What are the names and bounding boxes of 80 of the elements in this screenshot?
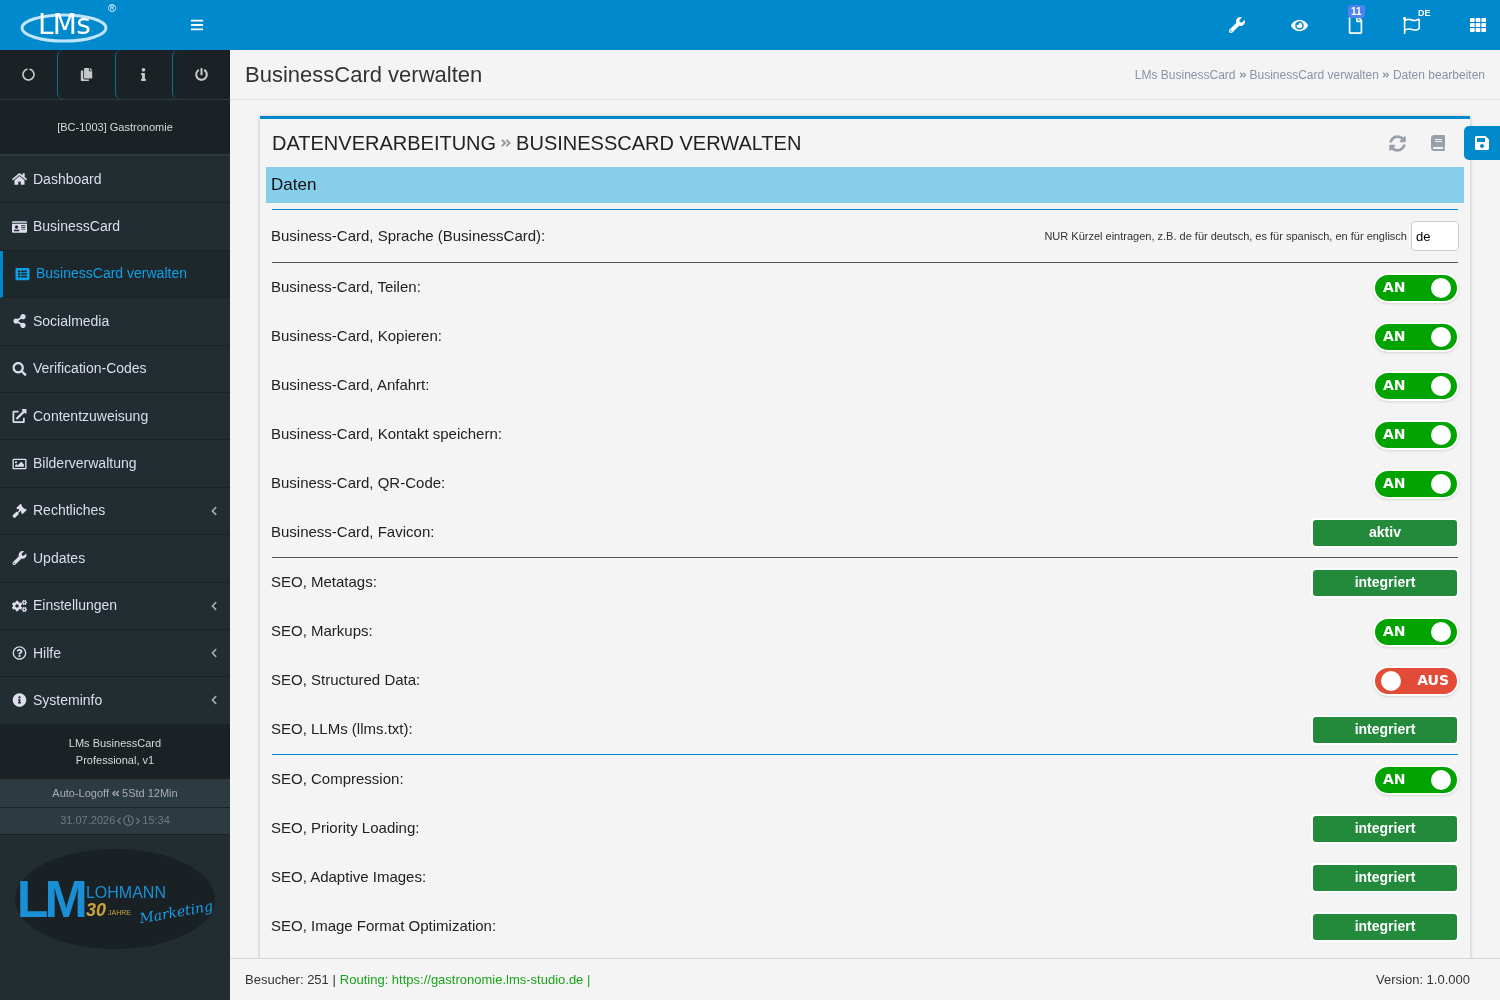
- setting-label: Business-Card, QR-Code:: [271, 473, 446, 494]
- power-icon[interactable]: [195, 68, 209, 81]
- flag-icon[interactable]: [1403, 16, 1420, 34]
- time-label: 15:34: [142, 813, 170, 829]
- page-title: BusinessCard verwalten: [245, 61, 483, 89]
- menu-icon[interactable]: [190, 18, 204, 32]
- toggle-switch[interactable]: AN: [1373, 616, 1459, 647]
- account-label: [BC-1003] Gastronomie: [57, 119, 173, 135]
- panel-title: BUSINESSCARD VERWALTEN: [516, 131, 802, 156]
- toggle-switch[interactable]: AN: [1373, 419, 1459, 450]
- visitor-count: Besucher: 251 |: [245, 970, 336, 989]
- status-label: aktiv: [1311, 517, 1459, 548]
- status-label: integriert: [1311, 813, 1459, 844]
- setting-label: Business-Card, Teilen:: [271, 277, 421, 298]
- breadcrumb-link[interactable]: Daten bearbeiten: [1392, 65, 1485, 84]
- refresh-icon[interactable]: [21, 68, 35, 81]
- setting-label: Business-Card, Kopieren:: [271, 326, 442, 347]
- save-icon: [1474, 135, 1490, 151]
- toggle-switch[interactable]: AN: [1373, 272, 1459, 303]
- setting-label: Business-Card, Favicon:: [271, 522, 435, 543]
- double-chevron-icon: [1381, 70, 1390, 79]
- setting-label: SEO, Structured Data:: [271, 670, 421, 691]
- double-chevron-icon: [500, 137, 513, 149]
- search-icon: [12, 361, 27, 376]
- status-label: integriert: [1311, 714, 1459, 745]
- external-link-icon: [12, 409, 27, 424]
- toggle-switch[interactable]: AN: [1373, 468, 1459, 499]
- toggle-switch[interactable]: AN: [1373, 764, 1459, 795]
- notification-badge: 11: [1348, 5, 1365, 18]
- panel-title: DATENVERARBEITUNG: [272, 131, 497, 156]
- toggle-switch[interactable]: AN: [1373, 370, 1459, 401]
- hint-text: NUR Kürzel eintragen, z.B. de für deutsch, es für spanisch, en für englisch: [1044, 228, 1407, 244]
- section-header: Daten: [266, 167, 1464, 203]
- wrench-icon[interactable]: [1229, 17, 1245, 33]
- chevron-left-icon: [116, 816, 123, 825]
- status-label: integriert: [1311, 862, 1459, 893]
- breadcrumb-link[interactable]: LMs BusinessCard: [1134, 65, 1236, 84]
- id-card-icon: [12, 219, 27, 234]
- setting-label: SEO, Image Format Optimization:: [271, 916, 497, 937]
- double-chevron-icon: [1238, 70, 1247, 79]
- date-label: 31.07.2026: [60, 813, 116, 829]
- auto-logoff-label: Auto-Logoff: [52, 786, 109, 802]
- clock-icon: [123, 815, 135, 827]
- registered-mark: ®: [107, 3, 116, 14]
- list-icon: [15, 266, 30, 281]
- help-icon: [12, 646, 27, 661]
- language-input[interactable]: de: [1411, 221, 1459, 251]
- setting-label: SEO, Adaptive Images:: [271, 867, 427, 888]
- book-icon[interactable]: [1430, 134, 1446, 151]
- product-info: LMs BusinessCard Professional, v1: [0, 724, 230, 781]
- double-chevron-icon: [111, 789, 120, 799]
- gavel-icon: [12, 503, 27, 518]
- image-icon: [12, 456, 27, 471]
- toggle-switch[interactable]: AUS: [1373, 665, 1459, 696]
- status-label: integriert: [1311, 911, 1459, 942]
- home-icon: [12, 172, 27, 187]
- setting-label: Business-Card, Anfahrt:: [271, 375, 430, 396]
- setting-label: Business-Card, Kontakt speichern:: [271, 424, 502, 445]
- gears-icon: [12, 598, 27, 613]
- language-label: DE: [1418, 6, 1431, 20]
- apps-grid-icon[interactable]: [1470, 17, 1486, 33]
- info-icon: [12, 693, 27, 708]
- share-icon: [12, 314, 27, 329]
- setting-label: Business-Card, Sprache (BusinessCard):: [271, 225, 546, 246]
- setting-label: SEO, Markups:: [271, 621, 373, 642]
- routing-link[interactable]: Routing: https://gastronomie.lms-studio.de |: [339, 969, 591, 990]
- copy-icon[interactable]: [79, 68, 93, 81]
- setting-label: SEO, Priority Loading:: [271, 818, 420, 839]
- chevron-right-icon: [135, 816, 142, 825]
- status-label: integriert: [1311, 567, 1459, 598]
- version-label: Version: 1.0.000: [1376, 970, 1470, 989]
- toggle-switch[interactable]: AN: [1373, 321, 1459, 352]
- setting-label: SEO, Metatags:: [271, 572, 377, 593]
- wrench-icon: [12, 551, 27, 566]
- breadcrumb-link[interactable]: BusinessCard verwalten: [1249, 65, 1379, 84]
- setting-label: SEO, LLMs (llms.txt):: [271, 719, 413, 740]
- sidebar-item[interactable]: BusinessCard verwalten: [0, 250, 230, 299]
- auto-logoff-time: 5Std 12Min: [122, 786, 178, 802]
- save-button[interactable]: [1464, 126, 1500, 160]
- setting-label: SEO, Compression:: [271, 769, 404, 790]
